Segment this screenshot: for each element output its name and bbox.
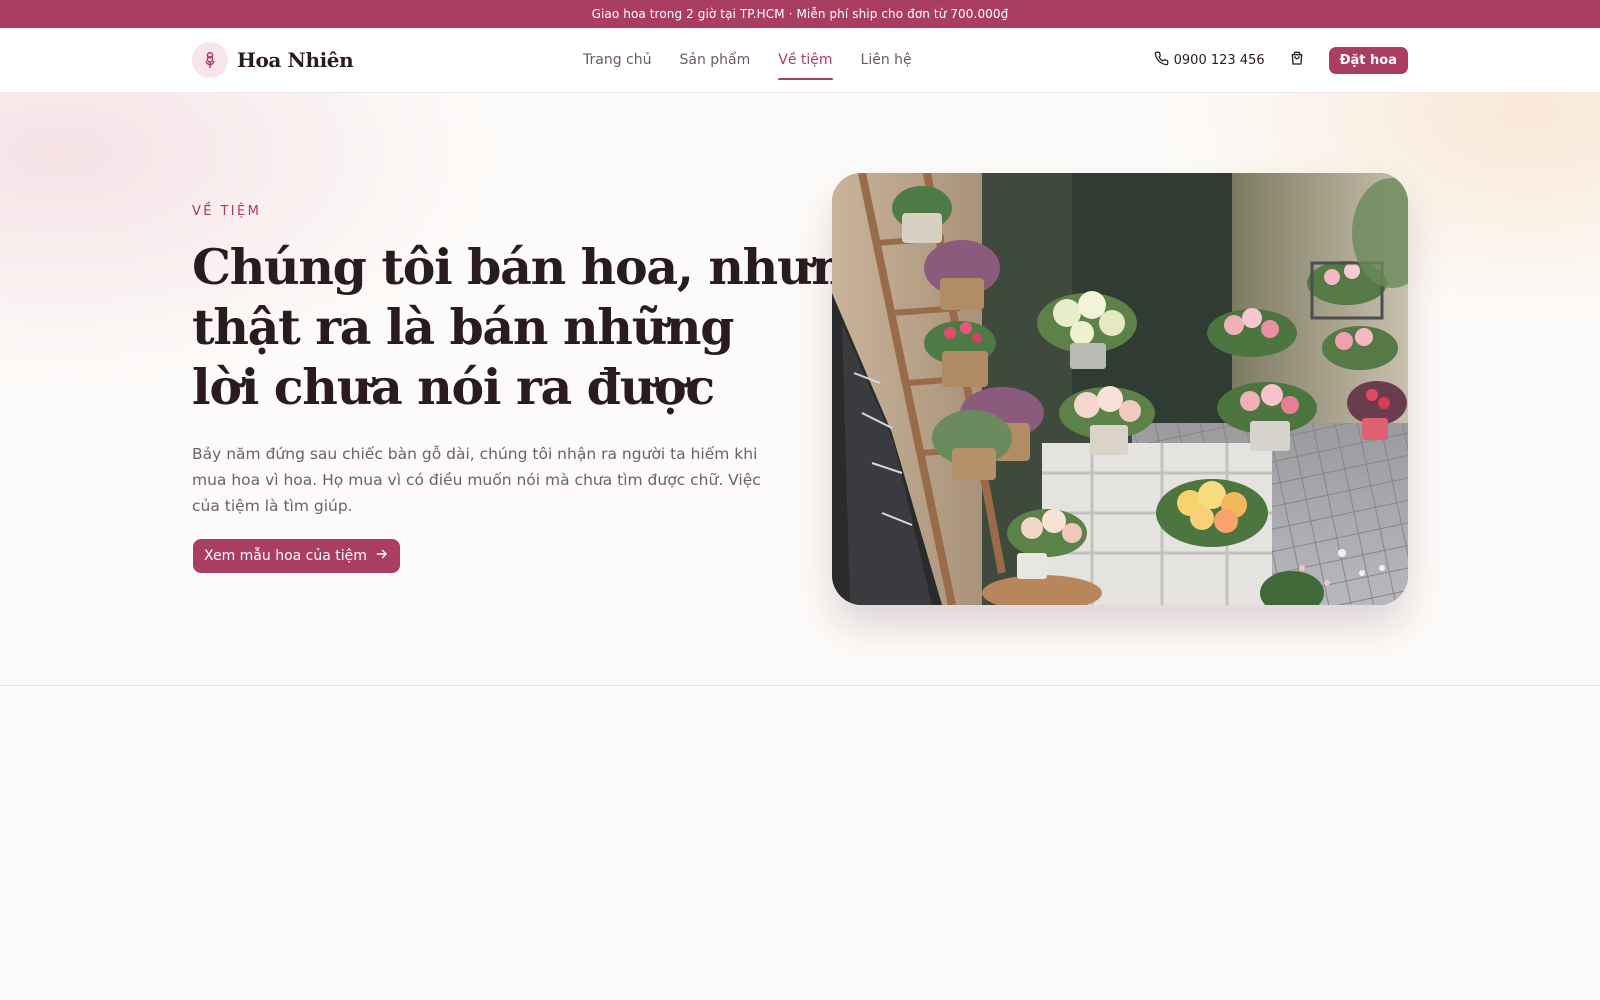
order-button[interactable]: Đặt hoa bbox=[1328, 46, 1408, 74]
nav-link-about[interactable]: Về tiệm bbox=[778, 46, 833, 80]
cart-button[interactable] bbox=[1285, 48, 1309, 72]
hero-headline-line-2: thật ra là bán những bbox=[192, 298, 735, 356]
arrow-right-icon bbox=[375, 547, 389, 565]
announcement-text: Giao hoa trong 2 giờ tại TP.HCM · Miễn p… bbox=[591, 7, 1009, 21]
hero-headline-line-3: lời chưa nói ra được bbox=[192, 358, 715, 416]
cta-label: Xem mẫu hoa của tiệm bbox=[204, 548, 367, 564]
phone-link[interactable]: 0900 123 456 bbox=[1154, 51, 1265, 70]
main-nav: Trang chủ Sản phẩm Về tiệm Liên hệ bbox=[583, 28, 912, 92]
phone-icon bbox=[1154, 51, 1169, 70]
hero-eyebrow: VỀ TIỆM bbox=[192, 204, 262, 219]
header-inner: Hoa Nhiên Trang chủ Sản phẩm Về tiệm Liê… bbox=[192, 28, 1408, 92]
hero-headline: Chúng tôi bán hoa, nhưng thật ra là bán … bbox=[192, 237, 880, 417]
brand-name: Hoa Nhiên bbox=[237, 48, 354, 72]
brand-home-link[interactable]: Hoa Nhiên bbox=[192, 42, 354, 78]
view-designs-button[interactable]: Xem mẫu hoa của tiệm bbox=[193, 539, 400, 573]
nav-link-contact[interactable]: Liên hệ bbox=[861, 46, 912, 74]
header-actions: 0900 123 456 Đặt hoa bbox=[1154, 46, 1408, 74]
announcement-bar: Giao hoa trong 2 giờ tại TP.HCM · Miễn p… bbox=[0, 0, 1600, 28]
site-header: Hoa Nhiên Trang chủ Sản phẩm Về tiệm Liê… bbox=[0, 28, 1600, 93]
flower-shop-illustration bbox=[832, 173, 1408, 605]
hero-headline-line-1: Chúng tôi bán hoa, nhưng bbox=[192, 238, 880, 296]
phone-number: 0900 123 456 bbox=[1173, 52, 1265, 68]
shopping-bag-icon bbox=[1289, 50, 1305, 70]
flower-icon bbox=[192, 42, 228, 78]
hero-section: VỀ TIỆM Chúng tôi bán hoa, nhưng thật ra… bbox=[0, 93, 1600, 686]
hero-lead: Bảy năm đứng sau chiếc bàn gỗ dài, chúng… bbox=[192, 445, 761, 515]
nav-link-products[interactable]: Sản phẩm bbox=[679, 46, 750, 74]
nav-link-home[interactable]: Trang chủ bbox=[583, 46, 651, 74]
flower-shop-photo bbox=[832, 173, 1408, 605]
